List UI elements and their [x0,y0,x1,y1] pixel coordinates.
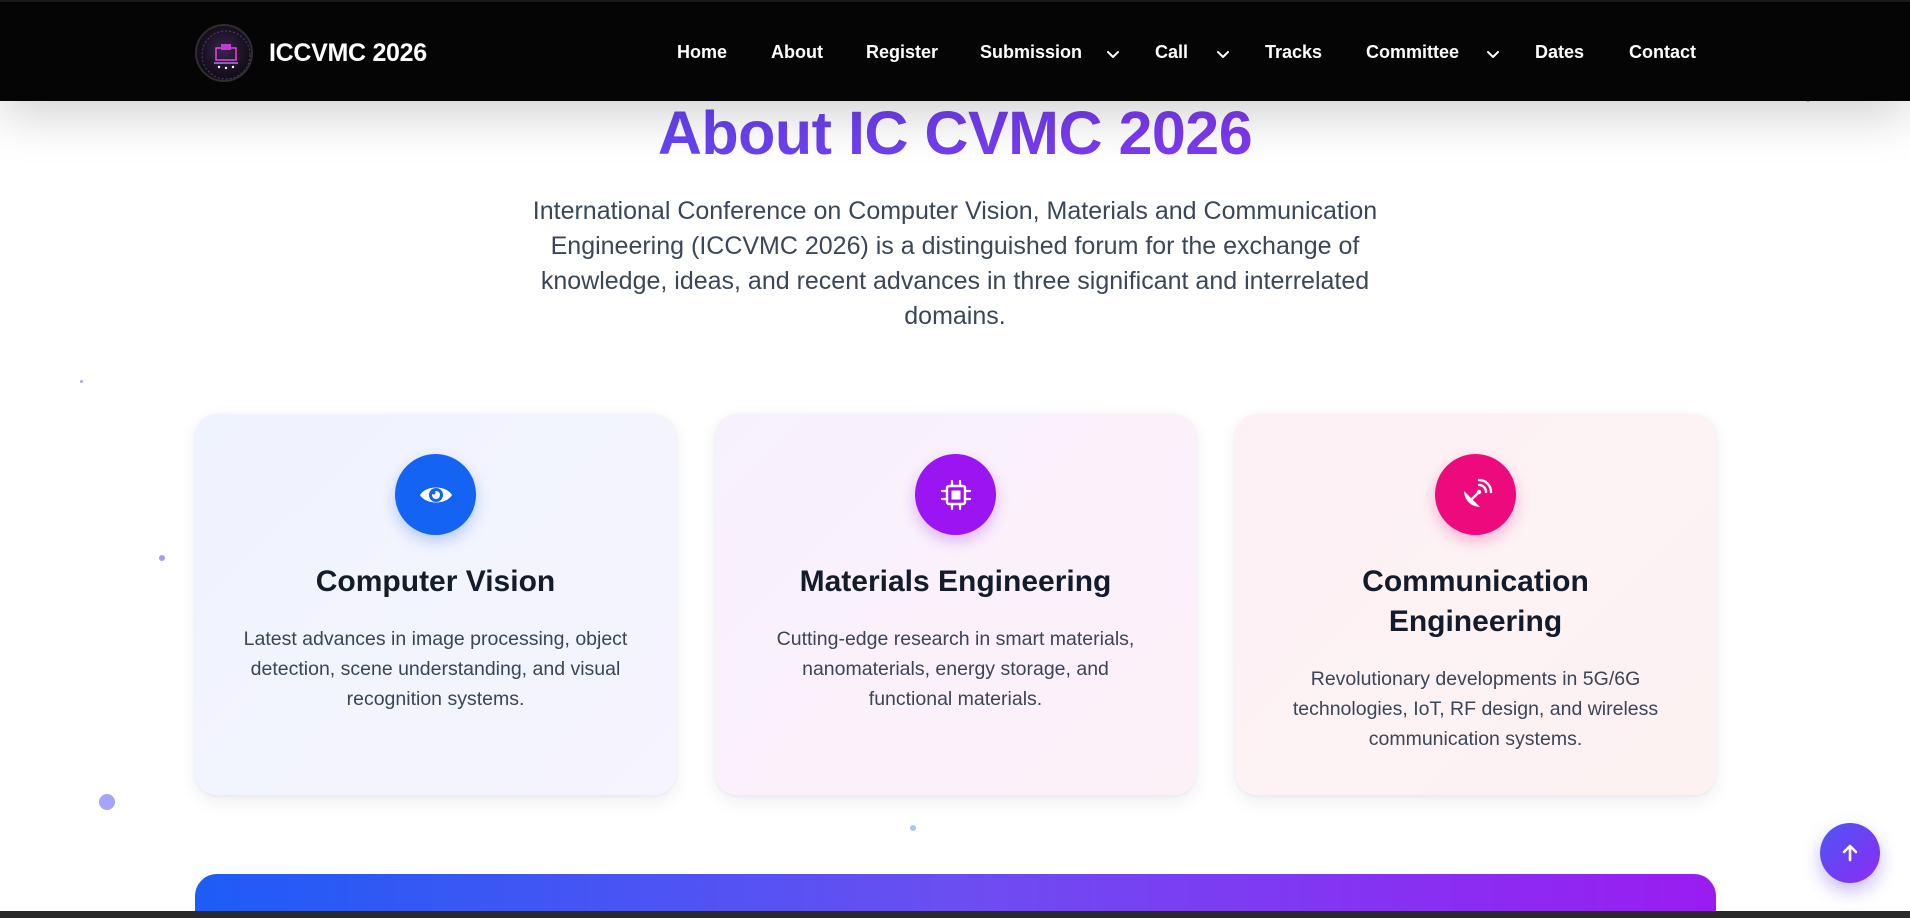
nav-contact[interactable]: Contact [1629,42,1696,63]
card-title: Materials Engineering [799,565,1112,598]
nav-about[interactable]: About [771,42,823,63]
decorative-dot [159,555,165,561]
nav-tracks[interactable]: Tracks [1265,42,1322,63]
conference-logo-icon [195,24,253,82]
eye-icon [395,454,476,535]
card-communication-engineering: Communication Engineering Revolutionary … [1235,414,1716,795]
nav-register[interactable]: Register [866,42,938,63]
chevron-down-icon[interactable] [1215,46,1231,62]
decorative-dot [910,825,916,831]
scroll-to-top-button[interactable] [1820,823,1880,883]
card-title: Communication Engineering [1362,565,1589,638]
brand[interactable]: ICCVMC 2026 [195,24,427,82]
nav-submission[interactable]: Submission [980,42,1082,63]
card-computer-vision: Computer Vision Latest advances in image… [195,414,676,795]
card-description: Revolutionary developments in 5G/6G tech… [1292,668,1659,750]
chevron-down-icon[interactable] [1105,46,1121,62]
bottom-edge [0,911,1910,918]
microchip-icon [915,454,996,535]
brand-name: ICCVMC 2026 [269,38,427,67]
card-title: Computer Vision [315,565,556,598]
decorative-dot [80,380,83,383]
card-description: Latest advances in image processing, obj… [243,628,628,710]
decorative-dot [99,794,115,810]
top-navbar: ICCVMC 2026 Home About Register Submissi… [0,0,1910,101]
nav-home[interactable]: Home [677,42,727,63]
chevron-down-icon[interactable] [1485,46,1501,62]
page-title: About IC CVMC 2026 [0,98,1910,168]
nav-call[interactable]: Call [1155,42,1188,63]
card-description: Cutting-edge research in smart materials… [776,628,1135,710]
nav-committee[interactable]: Committee [1366,42,1459,63]
satellite-dish-icon [1435,454,1516,535]
about-intro: International Conference on Computer Vis… [532,197,1378,330]
arrow-up-icon [1842,844,1858,862]
nav-dates[interactable]: Dates [1535,42,1584,63]
card-materials-engineering: Materials Engineering Cutting-edge resea… [715,414,1196,795]
